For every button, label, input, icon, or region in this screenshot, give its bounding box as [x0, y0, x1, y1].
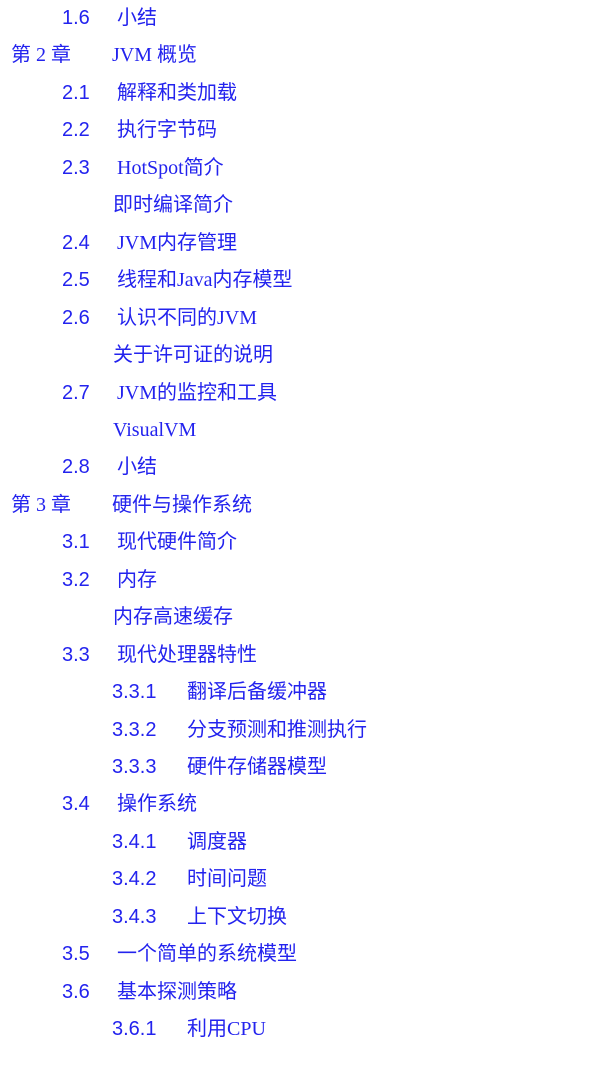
toc-entry-number: 2.4 [62, 231, 90, 254]
toc-entry-title: 时间问题 [187, 868, 267, 891]
toc-entry-title: 基本探测策略 [117, 980, 237, 1003]
toc-entry-number: 3.4 [62, 793, 90, 816]
toc-entry-title: 认识不同的JVM [117, 306, 258, 329]
toc-entry-title: JVM的监控和工具 [117, 381, 278, 404]
toc-entry-title: 上下文切换 [187, 905, 287, 928]
toc-entry-number: 3.1 [62, 531, 90, 554]
toc-entry-link[interactable]: 3.5 一个简单的系统模型 [62, 936, 297, 973]
toc-entry-link[interactable]: 3.6.1 利用CPU [112, 1011, 266, 1048]
toc-entry-link[interactable]: 3.3 现代处理器特性 [62, 637, 257, 674]
toc-entry-number: 2.7 [62, 381, 90, 404]
toc-entry-title: 硬件与操作系统 [112, 493, 252, 516]
toc-entry-link[interactable]: 1.6 小结 [62, 0, 157, 37]
toc-entry-link[interactable]: 3.3.1 翻译后备缓冲器 [112, 674, 327, 711]
toc-chapter-link[interactable]: 第 3 章 硬件与操作系统 [11, 487, 252, 524]
toc-entry-link[interactable]: 2.8 小结 [62, 449, 157, 486]
toc-entry-link[interactable]: 3.3.2 分支预测和推测执行 [112, 712, 367, 749]
toc-entry-number: 3.5 [62, 943, 90, 966]
toc-entry-link[interactable]: 2.7 JVM的监控和工具 [62, 375, 277, 412]
toc-entry-number: 第 3 章 [11, 493, 71, 516]
toc-entry-link[interactable]: 2.5 线程和Java内存模型 [62, 262, 293, 299]
toc-entry-number: 3.6.1 [112, 1018, 157, 1041]
toc-entry-link[interactable]: 2.4 JVM内存管理 [62, 225, 237, 262]
toc-entry-link[interactable]: 3.2 内存 [62, 562, 157, 599]
toc-entry-link[interactable]: 2.6 认识不同的JVM [62, 300, 257, 337]
toc-entry-link[interactable]: 3.4.2 时间问题 [112, 861, 267, 898]
toc-entry-link[interactable]: 3.1 现代硬件简介 [62, 524, 237, 561]
toc-entry-number: 第 2 章 [11, 44, 71, 67]
toc-entry-number: 2.3 [62, 156, 90, 179]
toc-entry-number: 3.3.2 [112, 718, 157, 741]
toc-entry-number: 3.4.2 [112, 868, 157, 891]
toc-entry-title: 现代硬件简介 [117, 531, 237, 554]
toc-entry-number: 2.1 [62, 81, 90, 104]
toc-entry-title: 利用CPU [187, 1018, 266, 1041]
toc-entry-link[interactable]: 3.3.3 硬件存储器模型 [112, 749, 327, 786]
toc-entry-title: 一个简单的系统模型 [117, 943, 297, 966]
toc-entry-link[interactable]: 3.4.3 上下文切换 [112, 899, 287, 936]
toc-entry-title: 线程和Java内存模型 [117, 269, 293, 292]
toc-entry-link[interactable]: 3.4 操作系统 [62, 786, 197, 823]
toc-entry-number: 3.2 [62, 568, 90, 591]
toc-entry-number: 3.6 [62, 980, 90, 1003]
toc-entry-link[interactable]: 2.1 解释和类加载 [62, 75, 237, 112]
toc-entry-number: 2.5 [62, 269, 90, 292]
toc-entry-title: 内存高速缓存 [113, 606, 233, 629]
toc-entry-title: HotSpot简介 [117, 156, 224, 179]
toc-entry-link[interactable]: 3.6 基本探测策略 [62, 974, 237, 1011]
toc-entry-link[interactable]: 即时编译简介 [113, 187, 233, 224]
toc-entry-number: 3.4.1 [112, 830, 157, 853]
toc-entry-number: 2.2 [62, 119, 90, 142]
toc-entry-title: VisualVM [113, 418, 197, 441]
toc-entry-title: 解释和类加载 [117, 81, 237, 104]
toc-entry-number: 3.4.3 [112, 905, 157, 928]
toc-entry-title: 翻译后备缓冲器 [187, 681, 327, 704]
toc-entry-title: 执行字节码 [117, 119, 217, 142]
toc-entry-title: JVM内存管理 [117, 231, 238, 254]
toc-entry-title: 现代处理器特性 [117, 643, 257, 666]
toc-entry-number: 2.8 [62, 456, 90, 479]
toc-entry-link[interactable]: 关于许可证的说明 [113, 337, 273, 374]
toc-entry-link[interactable]: VisualVM [113, 412, 196, 449]
toc-entry-title: 关于许可证的说明 [113, 344, 273, 367]
toc-entry-link[interactable]: 2.2 执行字节码 [62, 112, 217, 149]
toc-entry-number: 3.3.1 [112, 681, 157, 704]
toc-entry-link[interactable]: 内存高速缓存 [113, 599, 233, 636]
toc-chapter-link[interactable]: 第 2 章 JVM 概览 [11, 37, 197, 74]
toc-entry-title: 调度器 [187, 830, 247, 853]
toc-entry-title: 内存 [117, 568, 157, 591]
toc-entry-link[interactable]: 3.4.1 调度器 [112, 824, 247, 861]
toc-entry-title: JVM 概览 [112, 44, 198, 67]
toc-entry-number: 1.6 [62, 7, 90, 29]
toc-entry-title: 即时编译简介 [113, 194, 233, 217]
toc-entry-link[interactable]: 2.3 HotSpot简介 [62, 150, 224, 187]
toc-entry-title: 分支预测和推测执行 [187, 718, 367, 741]
toc-entry-number: 3.3 [62, 643, 90, 666]
toc-entry-title: 硬件存储器模型 [187, 756, 327, 778]
toc-entry-title: 小结 [117, 7, 157, 29]
toc-entry-number: 3.3.3 [112, 756, 157, 778]
toc-entry-number: 2.6 [62, 306, 90, 329]
toc-entry-title: 小结 [117, 456, 157, 479]
toc-entry-title: 操作系统 [117, 793, 197, 816]
